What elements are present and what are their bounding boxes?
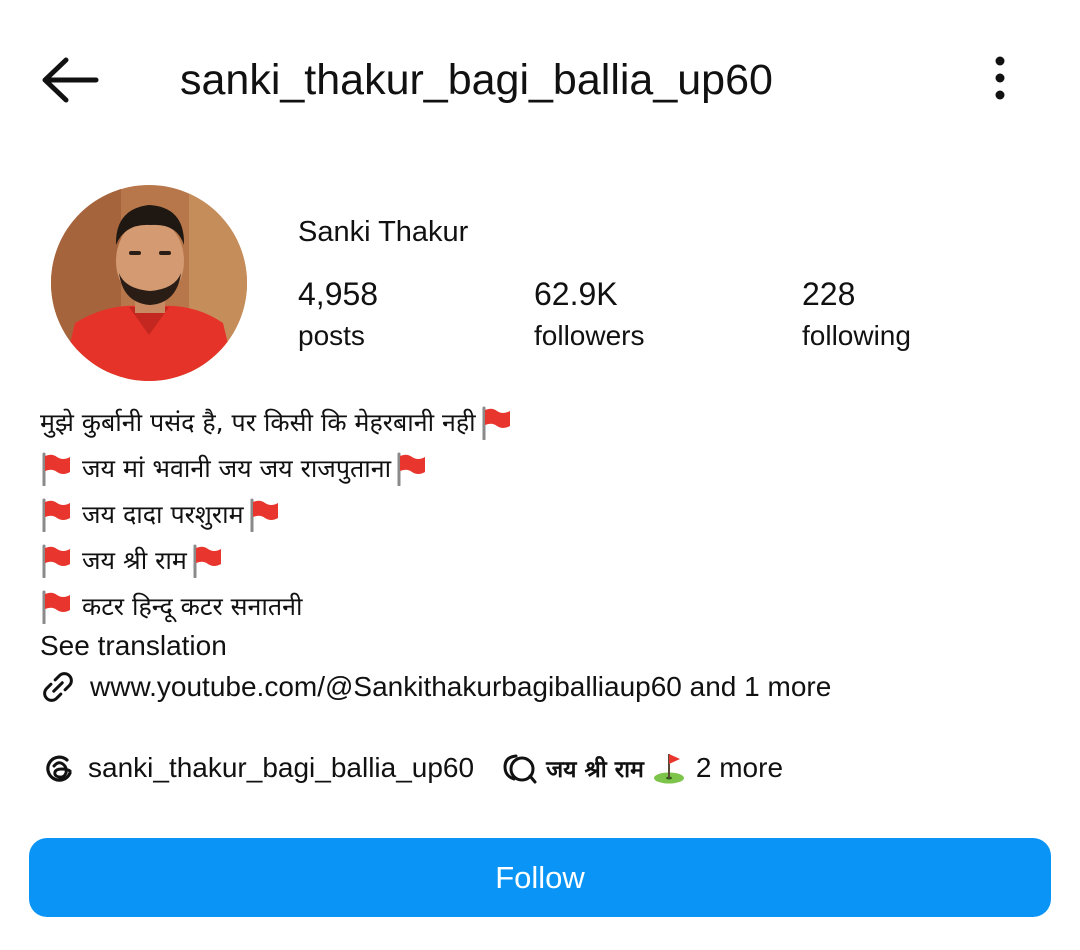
profile-chips-row: sanki_thakur_bagi_ballia_up60 जय श्री रा…	[40, 746, 783, 790]
bio-text: मुझे कुर्बानी पसंद है, पर किसी कि मेहरबा…	[40, 408, 476, 437]
link-icon	[43, 672, 73, 702]
bio-text: जय मां भवानी जय जय राजपुताना	[82, 454, 392, 483]
posts-stat[interactable]: 4,958 posts	[298, 274, 378, 358]
bio-line: जय श्री राम	[40, 538, 1040, 584]
red-flag-icon	[40, 498, 72, 533]
red-flag-icon	[40, 590, 72, 625]
bio-line: जय मां भवानी जय जय राजपुताना	[40, 446, 1040, 492]
external-link[interactable]: www.youtube.com/@Sankithakurbagiballiaup…	[40, 666, 831, 708]
red-flag-icon	[191, 544, 223, 579]
link-text: www.youtube.com/@Sankithakurbagiballiaup…	[90, 671, 832, 702]
back-button[interactable]	[38, 52, 102, 108]
red-flag-icon	[40, 544, 72, 579]
bio-text: जय श्री राम	[82, 546, 187, 575]
chat-bubble-icon	[503, 754, 537, 784]
following-count: 228	[802, 276, 856, 312]
more-options-button[interactable]	[982, 56, 1018, 100]
bio-text: जय दादा परशुराम	[82, 500, 244, 529]
threads-username: sanki_thakur_bagi_ballia_up60	[88, 752, 475, 783]
follow-button[interactable]: Follow	[29, 838, 1051, 917]
notes-chip[interactable]: जय श्री राम 2 more	[500, 749, 783, 787]
golf-flag-icon	[653, 754, 684, 784]
posts-label: posts	[298, 320, 365, 351]
threads-icon	[46, 755, 72, 782]
avatar[interactable]	[51, 185, 247, 381]
red-flag-icon	[480, 406, 512, 441]
posts-count: 4,958	[298, 276, 379, 312]
arrow-left-icon	[42, 57, 99, 103]
red-flag-icon	[395, 452, 427, 487]
followers-stat[interactable]: 62.9K followers	[534, 274, 644, 358]
bio-line: मुझे कुर्बानी पसंद है, पर किसी कि मेहरबा…	[40, 400, 1040, 446]
notes-text: जय श्री राम	[546, 757, 644, 783]
followers-label: followers	[534, 320, 645, 351]
threads-profile-link[interactable]: sanki_thakur_bagi_ballia_up60	[40, 749, 474, 787]
vertical-dots-icon	[995, 56, 1005, 100]
bio-text: कटर हिन्दू कटर सनातनी	[82, 592, 303, 621]
profile-username-title: sanki_thakur_bagi_ballia_up60	[180, 56, 773, 104]
followers-count: 62.9K	[534, 276, 618, 312]
bio-line: कटर हिन्दू कटर सनातनी	[40, 584, 1040, 630]
red-flag-icon	[248, 498, 280, 533]
notes-more: 2 more	[695, 752, 784, 783]
see-translation-link[interactable]: See translation	[40, 626, 227, 666]
following-stat[interactable]: 228 following	[802, 274, 911, 358]
following-label: following	[802, 320, 911, 351]
red-flag-icon	[40, 452, 72, 487]
top-bar: sanki_thakur_bagi_ballia_up60	[0, 0, 1080, 160]
bio-line: जय दादा परशुराम	[40, 492, 1040, 538]
display-name: Sanki Thakur	[298, 216, 469, 248]
bio: मुझे कुर्बानी पसंद है, पर किसी कि मेहरबा…	[40, 400, 1040, 630]
